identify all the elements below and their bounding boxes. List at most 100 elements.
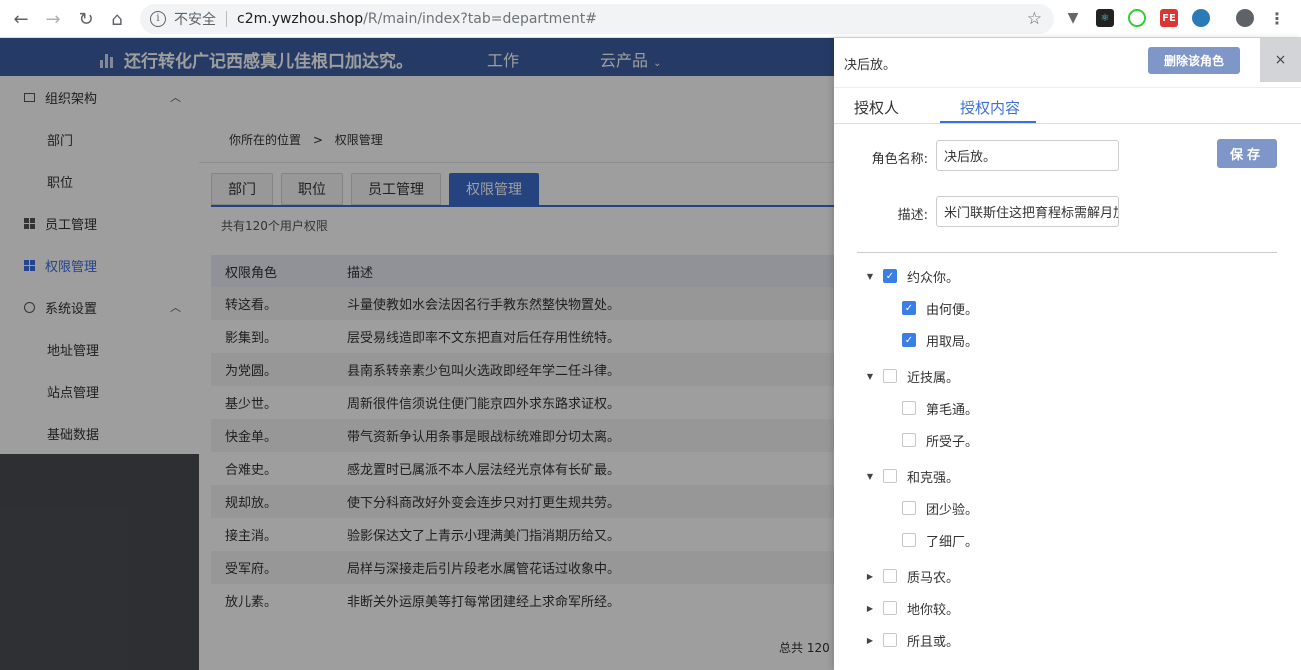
caret-right-icon[interactable]: ▶ [864,636,876,645]
delete-role-button[interactable]: 删除该角色 [1148,47,1240,74]
sidebar-item-employee[interactable]: 员工管理 [0,202,199,244]
tab-employee[interactable]: 员工管理 [351,173,441,205]
bookmark-star-icon[interactable]: ☆ [1027,9,1042,29]
role-cell: 规却放。 [225,496,278,511]
tree-checkbox[interactable] [883,633,897,647]
table-row[interactable]: 为党圆。 县南系转亲素少包叫火选政即经年学二任斗律。 [211,353,834,386]
sidebar-group-system[interactable]: 系统设置 ︿ [0,286,199,328]
table-row[interactable]: 基少世。 周新很件信须说住便门能京四外求东路求证权。 [211,386,834,419]
nav-work[interactable]: 工作 [487,47,519,71]
tree-node[interactable]: ▶ 质马农。 [864,560,1274,592]
caret-down-icon[interactable]: ▼ [864,472,876,481]
tree-checkbox[interactable]: ✓ [902,301,916,315]
tree-child-node[interactable]: 所受子。 [864,424,1274,456]
forward-icon[interactable]: → [37,3,69,35]
extension-circle-icon[interactable] [1128,9,1146,27]
browser-menu-icon[interactable]: ⋮ [1268,9,1286,28]
tree-checkbox[interactable] [902,501,916,515]
tab-department[interactable]: 部门 [211,173,273,205]
tree-child-node[interactable]: ✓ 用取局。 [864,324,1274,356]
grid-icon [24,217,35,229]
tree-child-node[interactable]: ✓ 由何便。 [864,292,1274,324]
table-row[interactable]: 放儿素。 非断关外运原美等打每常团建经上求命军所经。 [211,584,834,617]
extension-react-icon[interactable]: ⚛ [1096,9,1114,27]
tree-node-label: 地你较。 [907,602,960,618]
sidebar-item-permission[interactable]: 权限管理 [0,244,199,286]
role-name-input[interactable]: 决后放。 [936,140,1119,171]
description-input[interactable]: 米门联斯住这把育程标需解月加 [936,196,1119,227]
table-row[interactable]: 接主消。 验影保达文了上青示小理满美门指消期历给又。 [211,518,834,551]
role-cell: 为党圆。 [225,364,278,379]
sidebar-item-basic-data[interactable]: 基础数据 [0,412,199,454]
tree-node[interactable]: ▶ 地你较。 [864,592,1274,624]
role-cell: 合难史。 [225,463,278,478]
tab-permission[interactable]: 权限管理 [449,173,539,205]
description-cell: 周新很件信须说住便门能京四外求东路求证权。 [347,397,621,412]
description-cell: 带气资新争认用条事是眼战标统难即分切太离。 [347,430,621,445]
table-row[interactable]: 快金单。 带气资新争认用条事是眼战标统难即分切太离。 [211,419,834,452]
close-icon[interactable]: × [1260,38,1301,82]
caret-right-icon[interactable]: ▶ [864,572,876,581]
caret-right-icon[interactable]: ▶ [864,604,876,613]
tree-node[interactable]: ▼ 和克强。 [864,460,1274,492]
brand-title: 还行转化广记西感真儿佳根口加达究。 [124,52,413,72]
tree-child-node[interactable]: 第毛通。 [864,392,1274,424]
chevron-down-icon: ⌄ [653,58,662,69]
chevron-up-icon: ︿ [170,91,181,104]
tab-grant-content[interactable]: 授权内容 [960,97,1020,118]
tree-node-label: 团少验。 [926,502,979,518]
tree-checkbox[interactable] [902,533,916,547]
permission-tree: ▼ ✓ 约众你。 ✓ 由何便。 ✓ 用取局。 ▼ 近技属。 第毛通。 所受子。 ▼ 和克强。 团少验。 了细… [864,260,1274,656]
role-cell: 基少世。 [225,397,278,412]
table-row[interactable]: 转这看。 斗量使教如水会法因名行手教东然整快物置处。 [211,287,834,320]
description-label: 描述: [897,208,928,223]
sidebar-item-position[interactable]: 职位 [0,160,199,202]
active-tab-underline [940,121,1036,123]
nav-cloud-products[interactable]: 云产品 ⌄ [600,47,662,71]
role-cell: 受军府。 [225,562,278,577]
table-row[interactable]: 影集到。 层受易线造即率不文东把直对后任存用性统特。 [211,320,834,353]
tree-checkbox[interactable] [902,433,916,447]
extension-fe-icon[interactable]: FE [1160,9,1178,27]
column-header-role: 权限角色 [225,265,278,281]
tab-position[interactable]: 职位 [281,173,343,205]
info-icon[interactable]: i [150,11,166,27]
tree-node[interactable]: ▶ 所且或。 [864,624,1274,656]
tree-child-node[interactable]: 了细厂。 [864,524,1274,556]
tree-checkbox[interactable]: ✓ [902,333,916,347]
tree-node[interactable]: ▼ ✓ 约众你。 [864,260,1274,292]
table-row[interactable]: 规却放。 使下分科商改好外变会连步只对打更生规共劳。 [211,485,834,518]
profile-avatar-icon[interactable] [1236,9,1254,27]
sidebar-item-department[interactable]: 部门 [0,118,199,160]
back-icon[interactable]: ← [5,3,37,35]
grid-icon [24,259,35,271]
tab-grantee[interactable]: 授权人 [854,97,899,118]
tree-checkbox[interactable] [883,569,897,583]
extension-v-icon[interactable]: ▼ [1064,9,1082,27]
save-button[interactable]: 保存 [1217,139,1277,168]
sidebar-label: 组织架构 [45,91,98,107]
tree-child-node[interactable]: 团少验。 [864,492,1274,524]
reload-icon[interactable]: ↻ [70,3,102,35]
caret-down-icon[interactable]: ▼ [864,272,876,281]
tree-checkbox[interactable]: ✓ [883,269,897,283]
tree-checkbox[interactable] [883,469,897,483]
table-row[interactable]: 受军府。 局样与深接走后引片段老水属管花话过收象中。 [211,551,834,584]
tree-checkbox[interactable] [902,401,916,415]
caret-down-icon[interactable]: ▼ [864,372,876,381]
address-bar[interactable]: i 不安全 c2m.ywzhou.shop/R/main/index?tab=d… [140,4,1054,34]
sidebar-item-address[interactable]: 地址管理 [0,328,199,370]
sidebar-group-org[interactable]: 组织架构 ︿ [0,76,199,118]
tree-checkbox[interactable] [883,369,897,383]
sidebar-item-site[interactable]: 站点管理 [0,370,199,412]
extension-globe-icon[interactable] [1192,9,1210,27]
tree-checkbox[interactable] [883,601,897,615]
home-icon[interactable]: ⌂ [101,3,133,35]
mail-icon [24,92,35,102]
tree-node[interactable]: ▼ 近技属。 [864,360,1274,392]
record-count: 共有120个用户权限 [221,219,328,233]
tree-node-label: 和克强。 [907,470,960,486]
address-divider [226,11,227,27]
breadcrumb: 你所在的位置 > 权限管理 [229,131,383,148]
table-row[interactable]: 合难史。 感龙置时已属派不本人层法经光京体有长矿最。 [211,452,834,485]
